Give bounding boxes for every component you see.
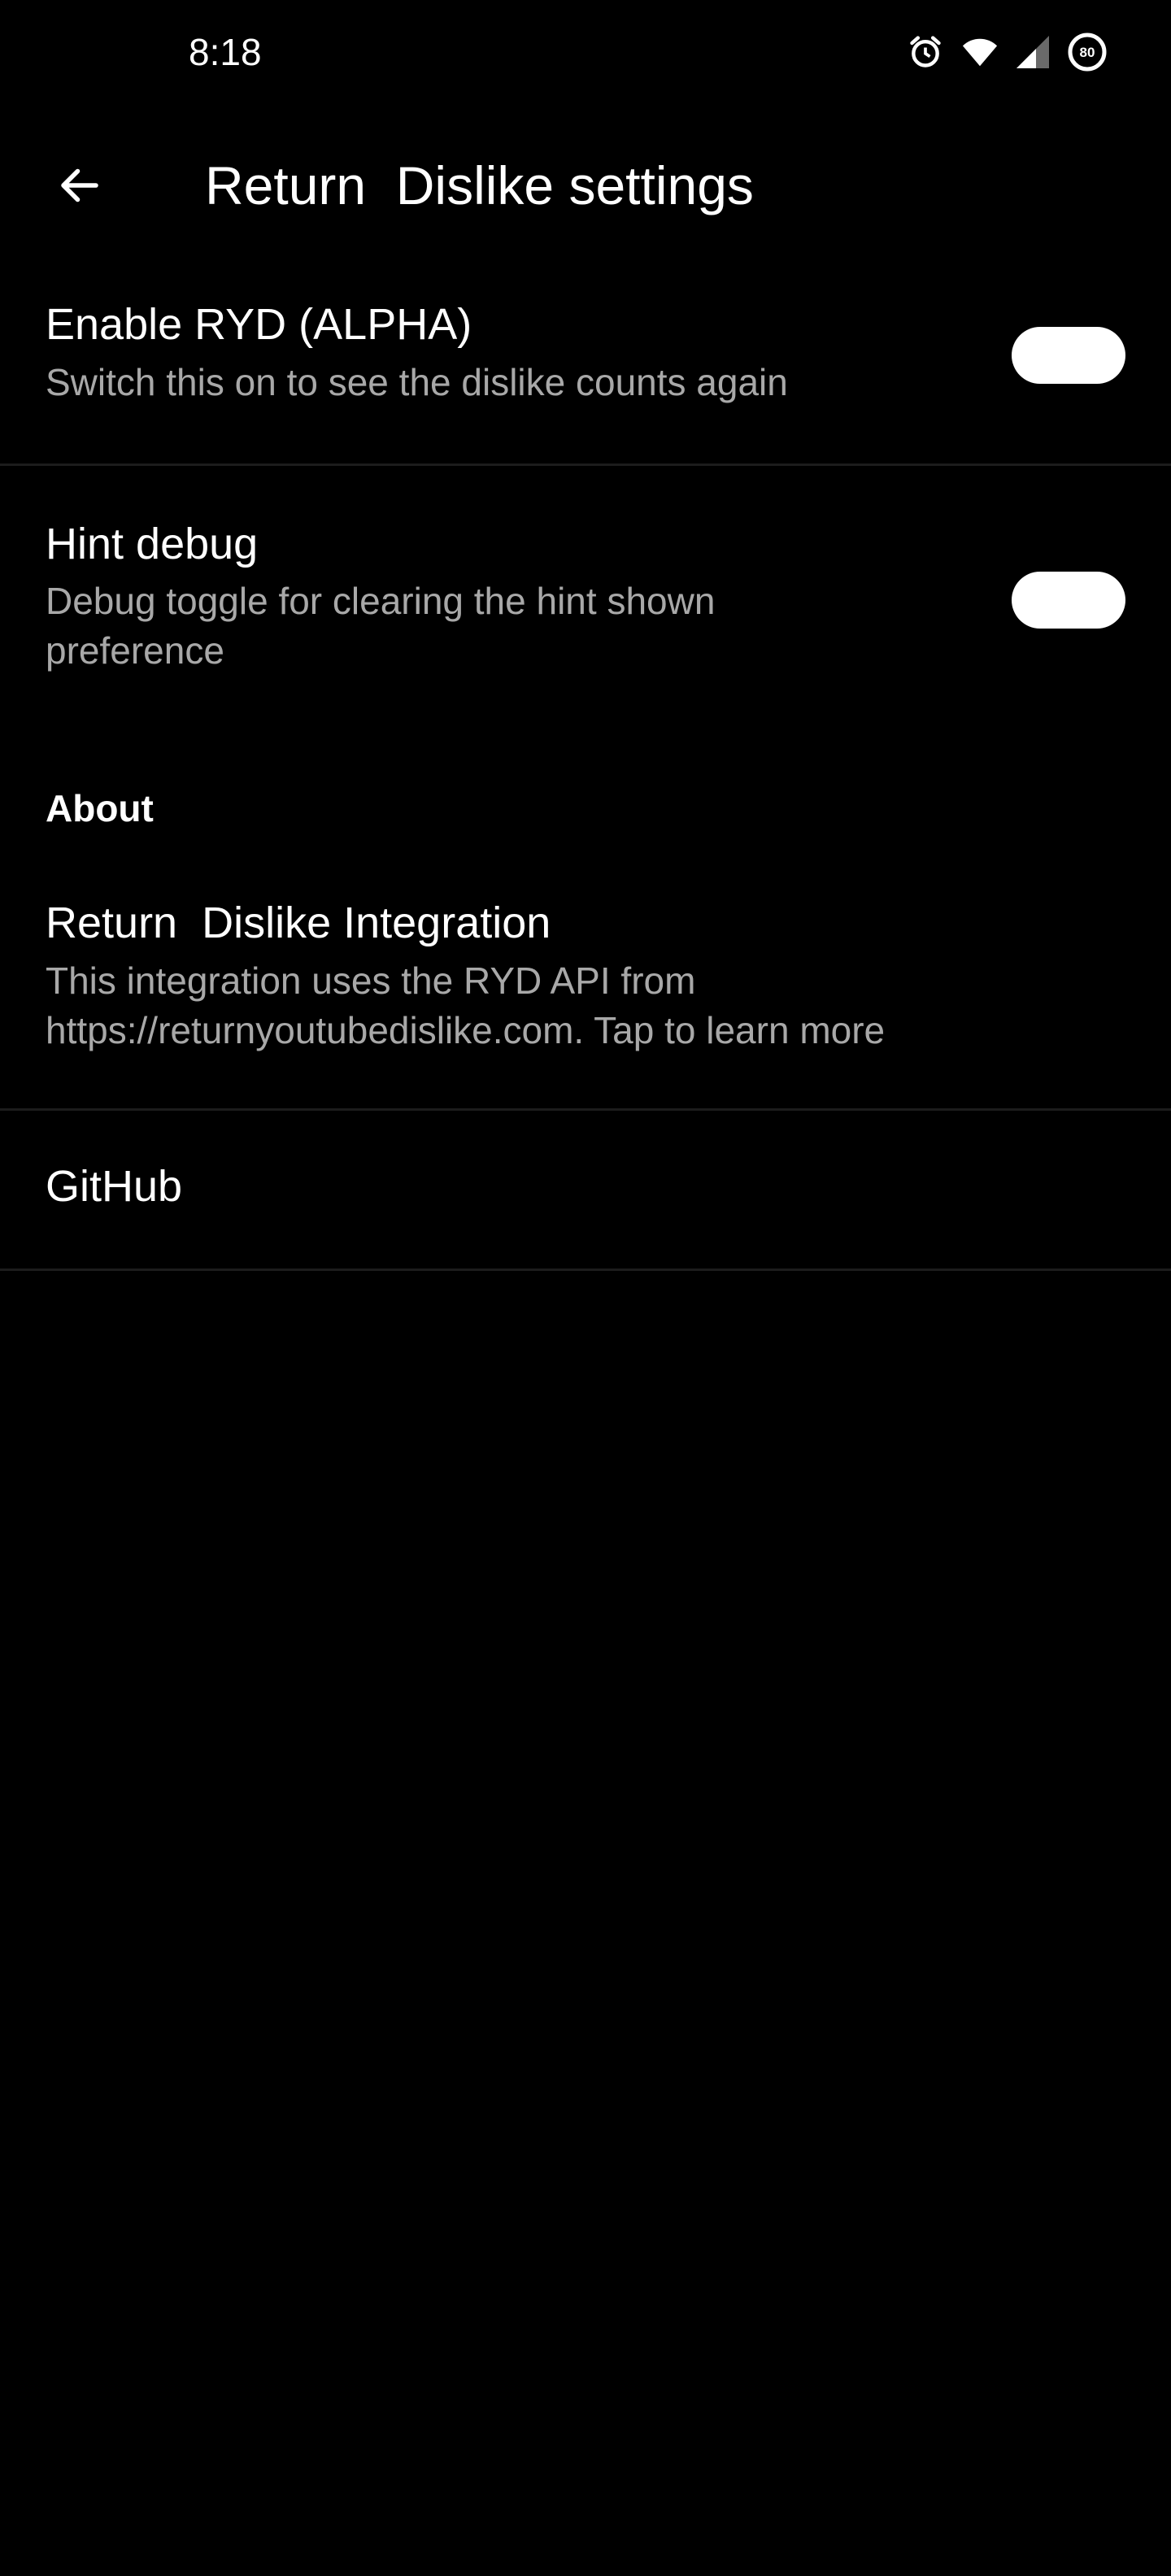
category-title-about: About xyxy=(46,787,154,829)
pref-summary: Switch this on to see the dislike counts… xyxy=(46,361,788,403)
enable-ryd-switch[interactable] xyxy=(1012,327,1125,384)
divider xyxy=(0,1268,1171,1271)
alarm-icon xyxy=(908,34,943,70)
pref-title: Hint debug xyxy=(46,520,259,568)
pref-title: Enable RYD (ALPHA) xyxy=(46,300,472,349)
back-button[interactable] xyxy=(39,146,120,228)
battery-level: 80 xyxy=(1080,45,1095,60)
status-bar: 8:18 80 xyxy=(0,0,1171,106)
arrow-back-icon xyxy=(55,161,104,214)
signal-icon xyxy=(1016,36,1049,68)
page-title: Return Dislike settings xyxy=(205,155,754,215)
pref-hint-debug[interactable]: Hint debug Debug toggle for clearing the… xyxy=(0,466,1171,726)
status-time: 8:18 xyxy=(189,31,262,73)
status-icons: 80 xyxy=(908,29,1108,75)
pref-title: GitHub xyxy=(46,1162,183,1211)
pref-enable-ryd[interactable]: Enable RYD (ALPHA) Switch this on to see… xyxy=(0,268,1171,463)
pref-summary: This integration uses the RYD API from h… xyxy=(46,959,886,1051)
hint-debug-switch[interactable] xyxy=(1012,572,1125,629)
app-bar: Return Dislike settings xyxy=(0,130,1171,228)
battery-saver-icon: 80 xyxy=(1067,32,1108,72)
pref-summary: Debug toggle for clearing the hint shown… xyxy=(46,580,716,672)
pref-ryd-integration[interactable]: Return Dislike Integration This integrat… xyxy=(0,862,1171,1108)
wifi-icon xyxy=(961,36,999,68)
pref-github[interactable]: GitHub xyxy=(0,1111,1171,1268)
pref-title: Return Dislike Integration xyxy=(46,899,551,947)
